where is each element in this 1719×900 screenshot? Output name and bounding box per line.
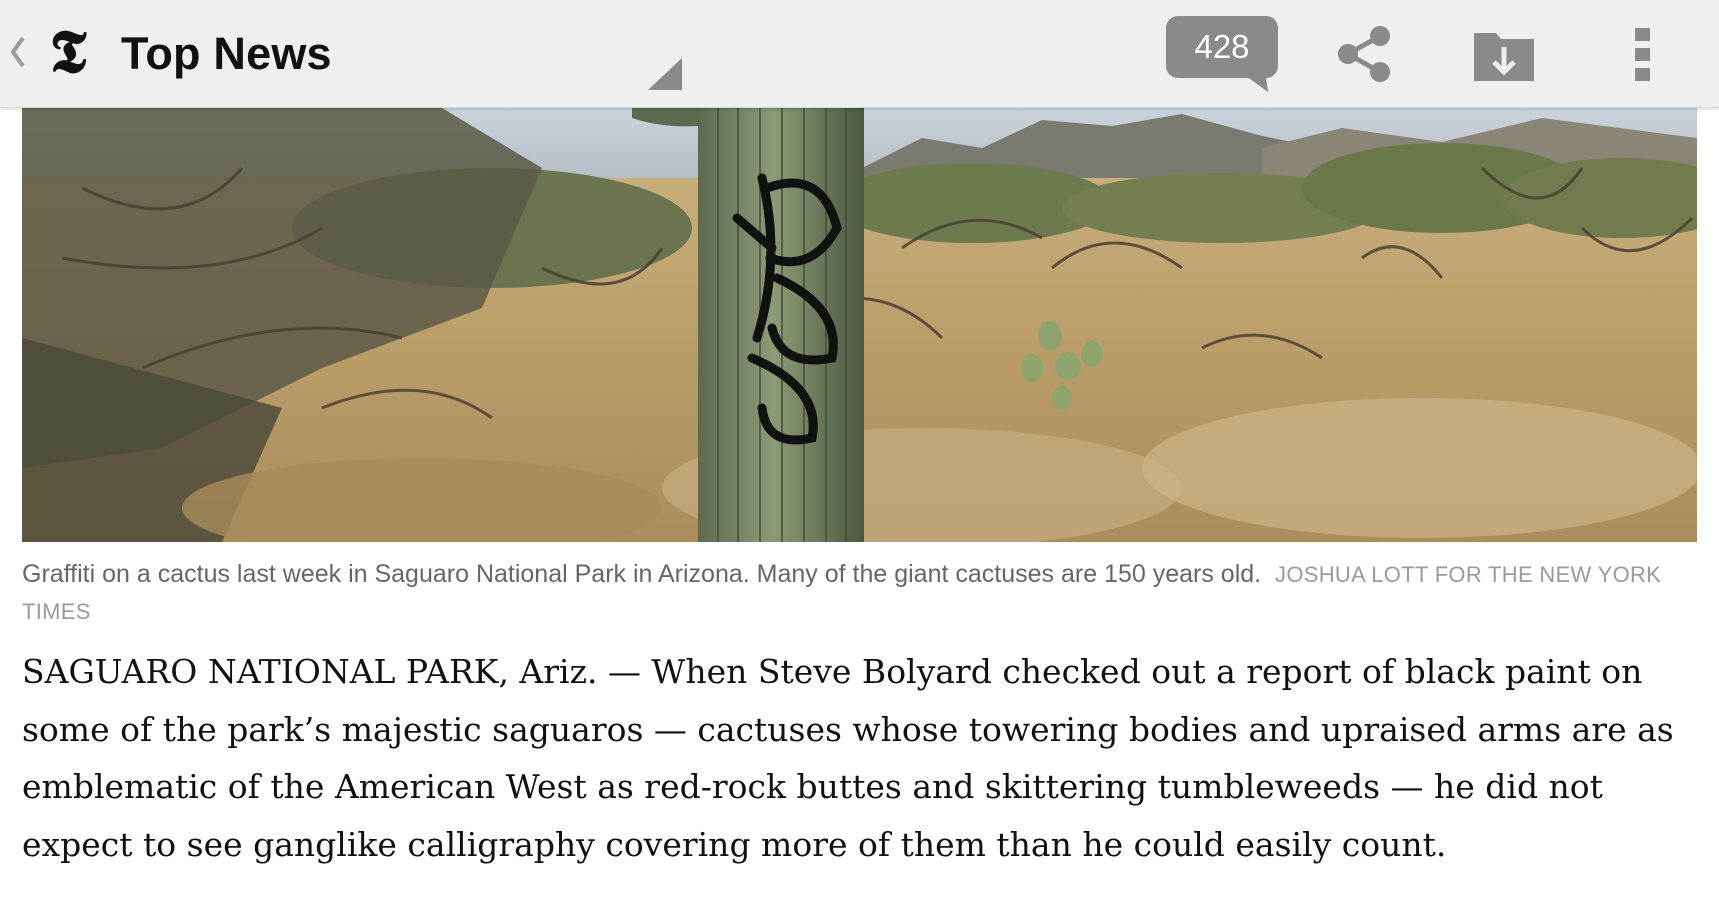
nyt-logo-icon[interactable]: 𝕿 bbox=[40, 18, 96, 86]
dropdown-indicator-icon[interactable] bbox=[648, 58, 682, 90]
back-chevron-icon[interactable] bbox=[8, 34, 26, 70]
section-title[interactable]: Top News bbox=[121, 26, 332, 82]
article-lead-paragraph: SAGUARO NATIONAL PARK, Ariz. — When Stev… bbox=[22, 652, 1674, 864]
photo-caption: Graffiti on a cactus last week in Saguar… bbox=[22, 556, 1694, 630]
overflow-menu-icon[interactable] bbox=[1629, 24, 1657, 84]
share-icon[interactable] bbox=[1334, 24, 1394, 84]
save-download-icon[interactable] bbox=[1470, 25, 1538, 85]
caption-text: Graffiti on a cactus last week in Saguar… bbox=[22, 560, 1262, 588]
comment-count[interactable]: 428 bbox=[1166, 16, 1278, 78]
article-photo[interactable] bbox=[22, 108, 1697, 542]
action-bar: 𝕿 Top News 428 bbox=[0, 0, 1719, 108]
